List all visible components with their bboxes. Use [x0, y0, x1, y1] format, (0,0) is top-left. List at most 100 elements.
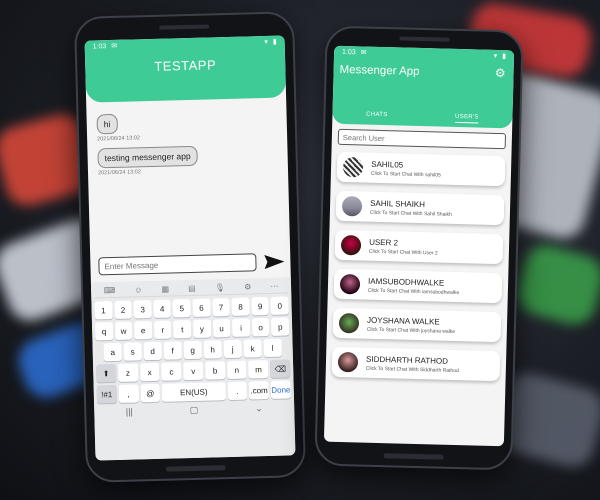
clipboard-icon[interactable]: ⌨ — [104, 286, 116, 295]
message-bubble[interactable]: hi — [96, 113, 118, 135]
avatar — [339, 273, 361, 295]
avatar — [340, 234, 362, 256]
status-time: 1:03 — [342, 48, 356, 56]
comma-key[interactable]: , — [118, 384, 139, 403]
period-key[interactable]: . — [227, 381, 248, 401]
user-list-item[interactable]: JOYSHANA WALKE Click To Start Chat With … — [332, 307, 502, 343]
at-key[interactable]: @ — [140, 383, 161, 403]
background-app-icon — [512, 240, 600, 330]
key[interactable]: 1 — [94, 301, 113, 320]
key[interactable]: k — [243, 339, 262, 358]
key[interactable]: f — [163, 341, 182, 360]
key[interactable]: s — [123, 342, 142, 361]
key[interactable]: c — [161, 362, 182, 381]
battery-icon: ▮ — [502, 53, 507, 61]
message-bubble[interactable]: testing messenger app — [97, 145, 198, 169]
send-icon — [264, 255, 285, 270]
message-input[interactable] — [98, 253, 257, 276]
keyboard-down-icon[interactable]: ⌄ — [255, 403, 263, 414]
user-name: IAMSUBODHWALKE — [368, 276, 445, 288]
mic-icon[interactable]: 🎙 — [215, 283, 225, 292]
key[interactable]: g — [183, 340, 202, 360]
app-title: Messenger App — [339, 63, 420, 78]
user-subtitle: Click To Start Chat With User 2 — [368, 248, 438, 256]
key[interactable]: 7 — [211, 297, 231, 317]
phone-speaker — [159, 24, 210, 30]
key[interactable]: w — [114, 321, 133, 340]
symbols-key[interactable]: !#1 — [96, 384, 117, 404]
settings-icon[interactable]: ⚙ — [244, 282, 251, 291]
user-subtitle: Click To Start Chat With Siddharth Ratho… — [365, 365, 459, 374]
backspace-key[interactable]: ⌫ — [270, 359, 291, 378]
key[interactable]: 9 — [251, 296, 270, 316]
user-subtitle: Click To Start Chat With iamsubodhwalke — [367, 287, 460, 296]
chat-title: TESTAPP — [154, 57, 217, 74]
phone-chat: 1:03 ✉ ▾ ▮ TESTAPP hi 2021/06/24 13:02 t… — [73, 11, 307, 483]
user-list-item[interactable]: IAMSUBODHWALKE Click To Start Chat With … — [333, 268, 503, 304]
phone-chin — [165, 465, 226, 472]
send-button[interactable] — [264, 254, 285, 271]
status-bar: 1:03 ✉ ▾ ▮ — [85, 35, 285, 52]
user-name: SAHIL05 — [371, 159, 404, 170]
key[interactable]: h — [203, 340, 222, 359]
keyboard-toolbar: ⌨ ☺ ▦ ▤ 🎙 ⚙ ⋯ — [93, 279, 289, 299]
home-icon[interactable]: ▢ — [190, 405, 199, 416]
avatar — [341, 195, 363, 217]
user-list-item[interactable]: SAHIL05 Click To Start Chat With sahil05 — [336, 151, 506, 187]
more-icon[interactable]: ⋯ — [270, 282, 278, 291]
recent-apps-icon[interactable]: ||| — [126, 407, 133, 418]
user-subtitle: Click To Start Chat With sahil05 — [370, 170, 441, 179]
key[interactable]: v — [183, 361, 204, 381]
user-name: USER 2 — [369, 237, 399, 247]
key[interactable]: t — [173, 320, 192, 339]
tab-users[interactable]: USER'S — [454, 113, 479, 124]
key[interactable]: 2 — [114, 300, 133, 320]
gif-icon[interactable]: ▤ — [188, 284, 196, 293]
key[interactable]: u — [212, 318, 231, 338]
key[interactable]: o — [251, 317, 270, 337]
user-list-item[interactable]: SIDDHARTH RATHOD Click To Start Chat Wit… — [331, 346, 501, 382]
notification-icon: ✉ — [360, 49, 367, 57]
chat-screen: 1:03 ✉ ▾ ▮ TESTAPP hi 2021/06/24 13:02 t… — [84, 35, 296, 461]
key[interactable]: 6 — [192, 298, 211, 317]
key[interactable]: 3 — [133, 300, 152, 319]
key[interactable]: a — [103, 342, 122, 362]
key[interactable]: x — [139, 362, 160, 382]
done-key[interactable]: Done — [270, 380, 291, 399]
sticker-icon[interactable]: ▦ — [161, 285, 169, 294]
tab-chats[interactable]: CHATS — [366, 112, 388, 122]
key[interactable]: n — [226, 360, 247, 380]
com-key[interactable]: .com — [248, 380, 270, 400]
key[interactable]: 4 — [153, 299, 172, 318]
key[interactable]: 8 — [231, 297, 250, 316]
message-list: hi 2021/06/24 13:02 testing messenger ap… — [86, 97, 288, 182]
wifi-icon: ▾ — [493, 52, 498, 60]
space-key[interactable]: EN(US) — [161, 382, 226, 402]
key[interactable]: e — [134, 321, 153, 340]
key[interactable]: b — [204, 361, 226, 380]
user-list-item[interactable]: USER 2 Click To Start Chat With User 2 — [334, 229, 504, 265]
key[interactable]: y — [192, 319, 211, 338]
users-screen: 1:03 ✉ ▾ ▮ Messenger App ⚙ CHATS USER'S … — [323, 45, 515, 447]
user-list-item[interactable]: SAHIL SHAIKH Click To Start Chat With Sa… — [335, 190, 505, 226]
avatar — [342, 156, 364, 178]
key[interactable]: r — [153, 320, 172, 339]
key[interactable]: l — [263, 338, 282, 358]
phone-speaker — [399, 36, 450, 42]
key[interactable]: j — [223, 339, 242, 359]
phone-users: 1:03 ✉ ▾ ▮ Messenger App ⚙ CHATS USER'S … — [314, 25, 524, 471]
key[interactable]: p — [271, 317, 290, 336]
avatar — [338, 312, 360, 334]
emoji-icon[interactable]: ☺ — [134, 285, 142, 294]
key[interactable]: 0 — [270, 296, 289, 315]
search-input[interactable] — [337, 128, 507, 150]
gear-icon[interactable]: ⚙ — [495, 66, 506, 80]
key[interactable]: z — [117, 363, 139, 382]
tab-bar: CHATS USER'S — [332, 111, 512, 125]
key[interactable]: i — [232, 318, 251, 337]
key[interactable]: 5 — [172, 299, 191, 318]
key[interactable]: m — [248, 359, 269, 379]
key[interactable]: d — [143, 341, 162, 361]
key[interactable]: q — [94, 322, 114, 341]
shift-key[interactable]: ⬆ — [96, 363, 117, 383]
